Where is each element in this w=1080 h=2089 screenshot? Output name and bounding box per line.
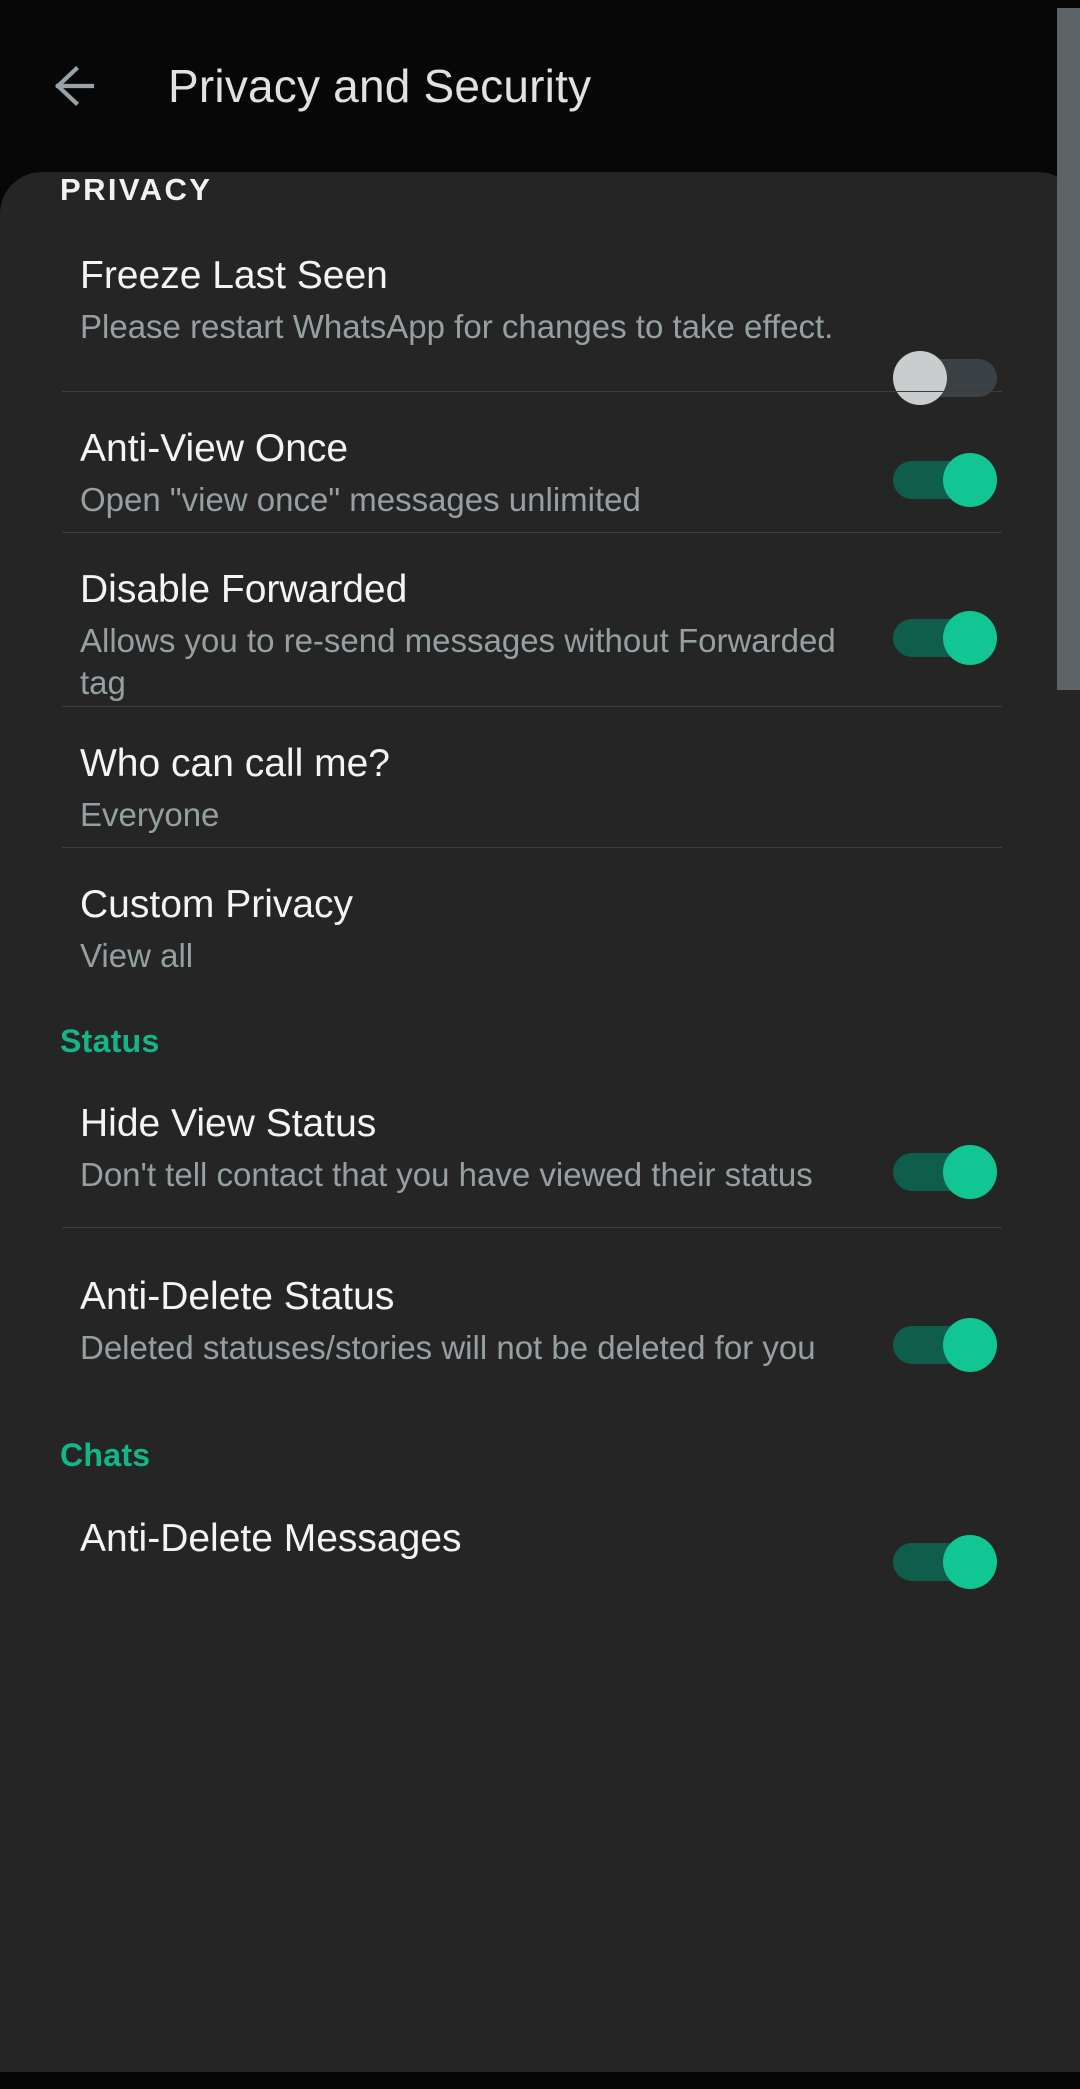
setting-subtitle: Deleted statuses/stories will not be del… xyxy=(80,1329,816,1366)
setting-title: Anti-View Once xyxy=(80,427,349,470)
setting-title: Anti-Delete Messages xyxy=(80,1517,462,1560)
setting-title: Hide View Status xyxy=(80,1102,377,1145)
setting-row-custom-privacy[interactable]: Custom Privacy View all xyxy=(0,873,1080,983)
setting-subtitle: Open "view once" messages unlimited xyxy=(80,481,641,518)
arrow-left-icon xyxy=(42,58,98,114)
toggle-anti-delete-status[interactable] xyxy=(893,1318,997,1372)
setting-row-anti-delete-messages[interactable]: Anti-Delete Messages xyxy=(0,1507,1080,1657)
settings-panel: PRIVACY Freeze Last Seen Please restart … xyxy=(0,172,1080,2072)
setting-title: Who can call me? xyxy=(80,742,390,785)
section-header-status: Status xyxy=(60,1023,160,1059)
setting-title: Anti-Delete Status xyxy=(80,1275,395,1318)
setting-value: View all xyxy=(80,937,194,974)
toggle-anti-view-once[interactable] xyxy=(893,453,997,507)
setting-row-anti-view-once[interactable]: Anti-View Once Open "view once" messages… xyxy=(0,417,1080,527)
toggle-hide-view-status[interactable] xyxy=(893,1145,997,1199)
toggle-thumb xyxy=(943,1318,997,1372)
toggle-anti-delete-messages[interactable] xyxy=(893,1535,997,1589)
toggle-disable-forwarded[interactable] xyxy=(893,611,997,665)
row-divider xyxy=(62,1227,1002,1228)
section-header-chats: Chats xyxy=(60,1437,151,1473)
toggle-thumb xyxy=(943,1145,997,1199)
setting-row-freeze-last-seen[interactable]: Freeze Last Seen Please restart WhatsApp… xyxy=(0,244,1080,405)
toggle-freeze-last-seen[interactable] xyxy=(893,351,997,405)
setting-title: Custom Privacy xyxy=(80,883,354,926)
toggle-thumb xyxy=(943,1535,997,1589)
setting-title: Freeze Last Seen xyxy=(80,254,388,297)
toggle-thumb xyxy=(893,351,947,405)
toggle-thumb xyxy=(943,453,997,507)
scrollbar-thumb[interactable] xyxy=(1057,8,1080,690)
setting-row-who-can-call-me[interactable]: Who can call me? Everyone xyxy=(0,732,1080,842)
setting-subtitle: Don't tell contact that you have viewed … xyxy=(80,1156,813,1193)
setting-title: Disable Forwarded xyxy=(80,568,408,611)
page-title: Privacy and Security xyxy=(168,60,592,112)
row-divider xyxy=(62,847,1002,848)
row-divider xyxy=(62,391,1002,392)
toggle-thumb xyxy=(943,611,997,665)
setting-row-anti-delete-status[interactable]: Anti-Delete Status Deleted statuses/stor… xyxy=(0,1265,1080,1415)
setting-row-disable-forwarded[interactable]: Disable Forwarded Allows you to re-send … xyxy=(0,558,1080,708)
phone-screen: Privacy and Security PRIVACY Freeze Last… xyxy=(0,0,1080,2089)
section-header-privacy: PRIVACY xyxy=(60,172,213,207)
setting-subtitle: Allows you to re-send messages without F… xyxy=(80,622,836,701)
setting-value: Everyone xyxy=(80,796,220,833)
system-navigation-bar xyxy=(0,2072,1080,2089)
row-divider xyxy=(62,532,1002,533)
back-button[interactable] xyxy=(22,38,118,134)
setting-subtitle: Please restart WhatsApp for changes to t… xyxy=(80,308,834,345)
setting-row-hide-view-status[interactable]: Hide View Status Don't tell contact that… xyxy=(0,1092,1080,1242)
row-divider xyxy=(62,706,1002,707)
scrollbar-track[interactable] xyxy=(1057,0,1080,2089)
app-bar: Privacy and Security xyxy=(0,0,1080,172)
